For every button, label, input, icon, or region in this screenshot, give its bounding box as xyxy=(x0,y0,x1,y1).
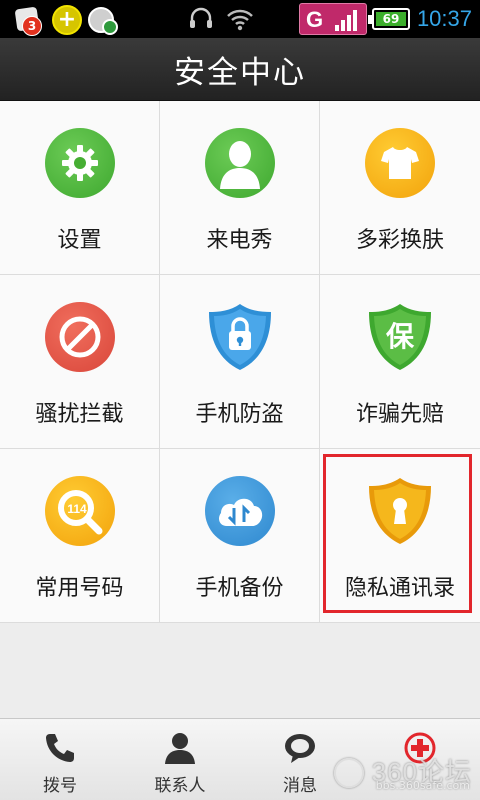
notification-badge: 3 xyxy=(22,16,42,36)
tile-label: 来电秀 xyxy=(206,228,273,253)
forum-watermark: 360论坛 bbs.360safe.com xyxy=(334,752,472,792)
number-glyph: 114 xyxy=(67,502,87,516)
tile-label: 常用号码 xyxy=(35,576,124,601)
tab-label: 联系人 xyxy=(154,776,206,796)
phone-icon xyxy=(46,734,74,762)
tile-label: 手机备份 xyxy=(195,576,284,601)
notification-icon: 3 xyxy=(14,6,44,36)
tile-label: 多彩换肤 xyxy=(355,228,444,253)
contact-icon xyxy=(165,733,195,764)
settings-tile[interactable]: 设置 xyxy=(0,101,160,275)
fraud-compensation-tile[interactable]: 保 诈骗先赔 xyxy=(320,275,480,449)
cloud-sync-icon xyxy=(204,476,275,546)
mobile-signal: G xyxy=(299,3,367,35)
anti-theft-tile[interactable]: 手机防盗 xyxy=(160,275,320,449)
page-title: 安全中心 xyxy=(174,54,306,91)
feature-grid: 设置 来电秀 多彩换肤 骚扰拦截 手机防盗 保 诈骗先赔 114 常用号码 手机… xyxy=(0,101,480,623)
message-icon xyxy=(285,734,315,763)
tile-label: 手机防盗 xyxy=(195,402,284,427)
shield-glyph: 保 xyxy=(386,320,415,353)
block-icon xyxy=(44,302,115,372)
caller-show-tile[interactable]: 来电秀 xyxy=(160,101,320,275)
battery-icon: 69 xyxy=(368,8,410,30)
tab-dial[interactable]: 拨号 xyxy=(0,719,120,800)
tile-label: 设置 xyxy=(57,228,102,253)
private-contacts-tile[interactable]: 隐私通讯录 xyxy=(320,449,480,623)
tile-label: 隐私通讯录 xyxy=(344,576,455,601)
keyhole-shield-icon xyxy=(369,478,431,544)
network-type: G xyxy=(306,7,324,32)
tab-label: 消息 xyxy=(283,776,317,796)
phone-number-icon: 114 xyxy=(44,476,115,546)
phone-backup-tile[interactable]: 手机备份 xyxy=(160,449,320,623)
watermark-url: bbs.360safe.com xyxy=(375,779,470,792)
person-icon xyxy=(204,128,275,198)
guarantee-shield-icon: 保 xyxy=(369,304,431,370)
tab-label: 拨号 xyxy=(43,776,77,796)
watermark-logo-icon xyxy=(334,758,364,788)
wifi-icon xyxy=(227,9,253,31)
title-bar: 安全中心 xyxy=(0,38,480,101)
battery-level: 69 xyxy=(376,12,406,26)
common-numbers-tile[interactable]: 114 常用号码 xyxy=(0,449,160,623)
harassment-block-tile[interactable]: 骚扰拦截 xyxy=(0,275,160,449)
skin-theme-tile[interactable]: 多彩换肤 xyxy=(320,101,480,275)
tile-label: 诈骗先赔 xyxy=(355,402,444,427)
headset-icon xyxy=(190,7,212,28)
status-bar: 3 + G 69 10:37 xyxy=(0,0,480,38)
tab-contacts[interactable]: 联系人 xyxy=(120,719,240,800)
gear-icon xyxy=(44,128,115,198)
clock: 10:37 xyxy=(416,6,472,31)
plus-notification-icon: + xyxy=(52,5,82,35)
lock-shield-icon xyxy=(208,304,271,370)
tile-label: 骚扰拦截 xyxy=(35,402,124,427)
speed-dial-icon xyxy=(88,5,120,35)
tshirt-icon xyxy=(365,128,435,198)
signal-bars-icon xyxy=(335,10,357,31)
